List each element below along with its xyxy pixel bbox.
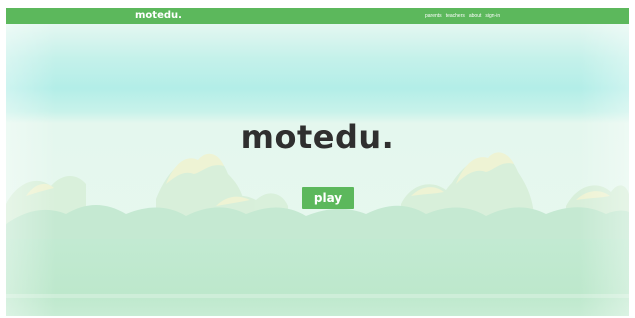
nav-link-about[interactable]: about [469,8,482,24]
brand-logo-link[interactable]: motedu. [135,9,182,23]
hero-title: motedu. [240,118,395,156]
nav-link-parents[interactable]: parents [425,8,442,24]
nav-links: parents teachers about sign-in [425,8,500,24]
nav-link-teachers[interactable]: teachers [446,8,465,24]
nav-link-sign-in[interactable]: sign-in [485,8,500,24]
play-button[interactable]: play [302,187,354,209]
landscape-illustration [6,24,629,316]
top-navbar: motedu. parents teachers about sign-in [6,8,629,24]
page-frame: motedu. parents teachers about sign-in m… [6,8,629,316]
hero-background [6,24,629,316]
